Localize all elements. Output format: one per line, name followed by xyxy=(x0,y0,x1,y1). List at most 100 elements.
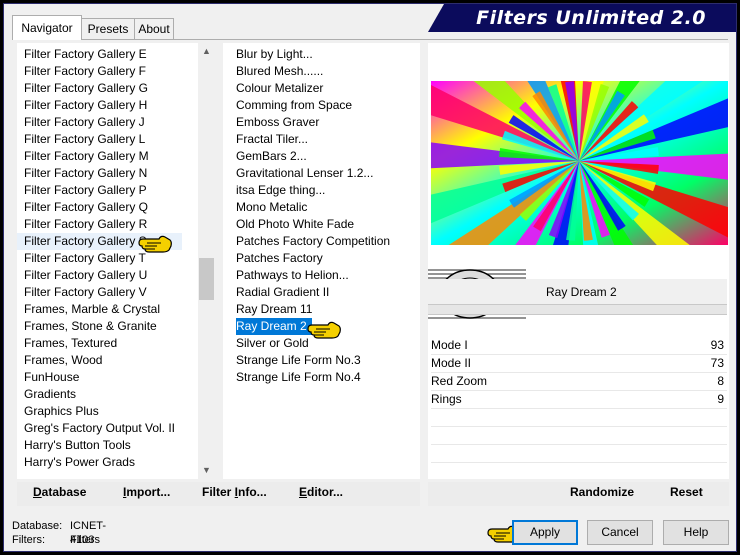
filter-item[interactable]: Strange Life Form No.3 xyxy=(236,352,366,369)
filter-item[interactable]: Mono Metalic xyxy=(236,199,312,216)
tab-presets[interactable]: Presets xyxy=(81,18,135,39)
filter-row: Strange Life Form No.4 xyxy=(223,369,395,386)
filter-item[interactable]: Comming from Space xyxy=(236,97,357,114)
param-rings[interactable]: Rings 9 xyxy=(431,390,727,409)
apply-button[interactable]: Apply xyxy=(512,520,578,545)
scroll-down-icon[interactable]: ▼ xyxy=(198,462,215,479)
category-item[interactable]: Harry's Power Grads xyxy=(17,454,182,471)
category-item[interactable]: Frames, Wood xyxy=(17,352,182,369)
param-label: Mode II xyxy=(431,356,472,370)
category-item[interactable]: Filter Factory Gallery M xyxy=(17,148,182,165)
param-red-zoom[interactable]: Red Zoom 8 xyxy=(431,372,727,391)
filter-item[interactable]: Radial Gradient II xyxy=(236,284,334,301)
database-label: Database: xyxy=(12,520,63,532)
filter-item[interactable]: Blured Mesh...... xyxy=(236,63,328,80)
help-button[interactable]: Help xyxy=(663,520,729,545)
filter-row: Radial Gradient II xyxy=(223,284,395,301)
category-item[interactable]: Frames, Marble & Crystal xyxy=(17,301,182,318)
category-list[interactable]: Filter Factory Gallery E Filter Factory G… xyxy=(17,43,215,479)
filter-info-button[interactable]: Filter Info... xyxy=(202,485,267,499)
filter-item[interactable]: Pathways to Helion... xyxy=(236,267,354,284)
category-item[interactable]: Filter Factory Gallery P xyxy=(17,182,182,199)
filter-item[interactable]: Gravitational Lenser 1.2... xyxy=(236,165,378,182)
filter-item[interactable]: Strange Life Form No.4 xyxy=(236,369,366,386)
category-item[interactable]: Filter Factory Gallery V xyxy=(17,284,182,301)
filter-item[interactable]: Old Photo White Fade xyxy=(236,216,359,233)
cancel-button[interactable]: Cancel xyxy=(587,520,653,545)
category-item[interactable]: Filter Factory Gallery E xyxy=(17,46,182,63)
category-item[interactable]: Graphics Plus xyxy=(17,403,182,420)
filter-row: Blured Mesh...... xyxy=(223,63,395,80)
filter-list[interactable]: Blur by Light... Blured Mesh...... Colour … xyxy=(223,43,420,479)
pointing-hand-icon xyxy=(138,235,172,253)
filter-item[interactable]: Silver or Gold xyxy=(236,335,314,352)
category-item[interactable]: Filter Factory Gallery R xyxy=(17,216,182,233)
filter-row: Colour Metalizer xyxy=(223,80,395,97)
filter-row: Blur by Light... xyxy=(223,46,395,63)
filter-row: itsa Edge thing... xyxy=(223,182,395,199)
scroll-thumb[interactable] xyxy=(199,258,214,300)
database-button[interactable]: Database xyxy=(33,485,86,499)
category-item[interactable]: Filter Factory Gallery J xyxy=(17,114,182,131)
filter-item[interactable]: itsa Edge thing... xyxy=(236,182,330,199)
title-bar: Filters Unlimited 2.0 xyxy=(428,4,736,32)
param-empty-row xyxy=(431,408,727,427)
param-value: 9 xyxy=(717,392,724,406)
category-scrollbar[interactable]: ▲ ▼ xyxy=(198,43,215,479)
filter-row: Emboss Graver xyxy=(223,114,395,131)
filters-unlimited-window: Filters Unlimited 2.0 Navigator Presets … xyxy=(3,3,737,552)
editor-button[interactable]: Editor... xyxy=(299,485,343,499)
category-item[interactable]: Greg's Factory Output Vol. II xyxy=(17,420,182,437)
filter-item[interactable]: Colour Metalizer xyxy=(236,80,328,97)
category-item[interactable]: Gradients xyxy=(17,386,182,403)
category-item[interactable]: Filter Factory Gallery Q xyxy=(17,199,182,216)
filter-item[interactable]: Ray Dream 11 xyxy=(236,301,317,318)
param-label: Mode I xyxy=(431,338,468,352)
filter-row: Pathways to Helion... xyxy=(223,267,395,284)
filter-row: Old Photo White Fade xyxy=(223,216,395,233)
category-item[interactable]: Filter Factory Gallery N xyxy=(17,165,182,182)
filter-row: Strange Life Form No.3 xyxy=(223,352,395,369)
filter-name-divider xyxy=(428,304,727,315)
reset-button[interactable]: Reset xyxy=(670,485,703,499)
filter-row: Mono Metalic xyxy=(223,199,395,216)
category-item[interactable]: Filter Factory Gallery G xyxy=(17,80,182,97)
filter-item[interactable]: Patches Factory Competition xyxy=(236,233,395,250)
import-button[interactable]: Import... xyxy=(123,485,170,499)
tab-divider xyxy=(12,39,728,40)
param-value: 8 xyxy=(717,374,724,388)
tab-about[interactable]: About xyxy=(134,18,174,39)
category-item[interactable]: Frames, Stone & Granite xyxy=(17,318,182,335)
category-item[interactable]: Filter Factory Gallery H xyxy=(17,97,182,114)
param-empty-row xyxy=(431,426,727,445)
filter-item[interactable]: GemBars 2... xyxy=(236,148,312,165)
scroll-up-icon[interactable]: ▲ xyxy=(198,43,215,60)
filters-count-value: 4103 xyxy=(70,534,95,546)
filter-row: Ray Dream 11 xyxy=(223,301,395,318)
filter-row: Patches Factory xyxy=(223,250,395,267)
category-item[interactable]: Filter Factory Gallery U xyxy=(17,267,182,284)
param-mode-i[interactable]: Mode I 93 xyxy=(431,336,727,355)
tab-navigator[interactable]: Navigator xyxy=(12,15,82,40)
list-command-bar: Database Import... Filter Info... Editor… xyxy=(17,482,420,506)
param-value: 93 xyxy=(710,338,724,352)
filter-name: Ray Dream 2 xyxy=(546,285,617,299)
filter-row: Fractal Tiler... xyxy=(223,131,395,148)
filter-row: Comming from Space xyxy=(223,97,395,114)
category-item[interactable]: Filter Factory Gallery F xyxy=(17,63,182,80)
filter-item[interactable]: Fractal Tiler... xyxy=(236,131,313,148)
filter-item[interactable]: Ray Dream 2 xyxy=(236,318,312,335)
filter-detail-panel: claudia Ray Dream 2 Mode I 93 Mode II 73… xyxy=(428,43,729,479)
param-mode-ii[interactable]: Mode II 73 xyxy=(431,354,727,373)
param-label: Red Zoom xyxy=(431,374,488,388)
randomize-button[interactable]: Randomize xyxy=(570,485,634,499)
category-item[interactable]: Frames, Textured xyxy=(17,335,182,352)
filters-count-label: Filters: xyxy=(12,534,45,546)
filter-item[interactable]: Patches Factory xyxy=(236,250,328,267)
category-items: Filter Factory Gallery E Filter Factory G… xyxy=(17,46,183,471)
category-item[interactable]: FunHouse xyxy=(17,369,182,386)
category-item[interactable]: Filter Factory Gallery L xyxy=(17,131,182,148)
category-item[interactable]: Harry's Button Tools xyxy=(17,437,182,454)
filter-item[interactable]: Emboss Graver xyxy=(236,114,324,131)
filter-item[interactable]: Blur by Light... xyxy=(236,46,318,63)
